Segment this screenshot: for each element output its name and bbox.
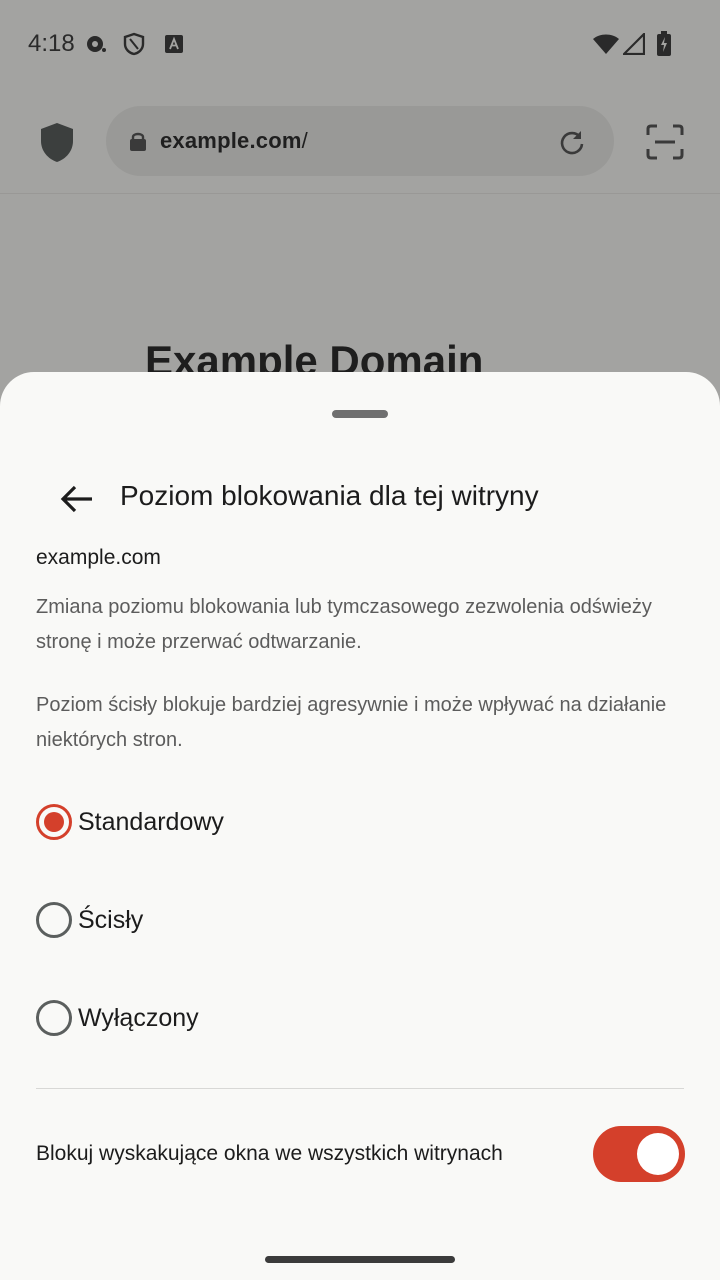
url-text: example.com/ xyxy=(160,128,308,154)
battery-charging-icon xyxy=(652,31,676,56)
drag-handle[interactable] xyxy=(332,410,388,418)
sheet-title: Poziom blokowania dla tej witryny xyxy=(120,480,539,511)
radio-label: Ścisły xyxy=(78,905,144,934)
gesture-nav-handle[interactable] xyxy=(265,1256,455,1263)
radio-dot xyxy=(44,812,64,832)
signal-icon xyxy=(622,32,646,56)
wifi-icon xyxy=(592,32,620,56)
url-domain: example.com xyxy=(160,128,302,153)
back-arrow-icon[interactable] xyxy=(56,478,98,520)
browser-toolbar: example.com/ xyxy=(0,90,720,194)
description-strict-warning: Poziom ścisły blokuje bardziej agresywni… xyxy=(36,694,667,751)
font-app-icon xyxy=(162,32,186,56)
radio-label: Standardowy xyxy=(78,807,224,836)
popup-block-label: Blokuj wyskakujące okna we wszystkich wi… xyxy=(36,1142,503,1165)
radio-label: Wyłączony xyxy=(78,1003,199,1032)
radio-button-selected[interactable] xyxy=(36,804,72,840)
radio-option-off[interactable]: Wyłączony xyxy=(36,988,686,1048)
qr-scan-icon[interactable] xyxy=(646,124,684,160)
status-bar: 4:18 xyxy=(0,0,720,90)
radio-button[interactable] xyxy=(36,1000,72,1036)
tracking-protection-sheet: Poziom blokowania dla tej witryny exampl… xyxy=(0,372,720,1280)
media-icon xyxy=(84,32,108,56)
reload-icon[interactable] xyxy=(558,128,586,156)
status-time: 4:18 xyxy=(28,30,75,57)
url-bar[interactable]: example.com/ xyxy=(106,106,614,176)
url-path: / xyxy=(301,128,308,153)
vpn-shield-icon xyxy=(122,32,146,56)
lock-icon xyxy=(128,130,148,152)
tracking-shield-icon[interactable] xyxy=(36,120,78,166)
radio-option-strict[interactable]: Ścisły xyxy=(36,890,686,950)
site-name: example.com xyxy=(36,546,161,569)
description-reload-warning: Zmiana poziomu blokowania lub tymczasowe… xyxy=(36,596,652,653)
divider xyxy=(36,1088,684,1089)
toggle-knob xyxy=(637,1133,679,1175)
popup-block-toggle[interactable] xyxy=(593,1126,685,1182)
radio-option-standard[interactable]: Standardowy xyxy=(36,792,686,852)
radio-button[interactable] xyxy=(36,902,72,938)
